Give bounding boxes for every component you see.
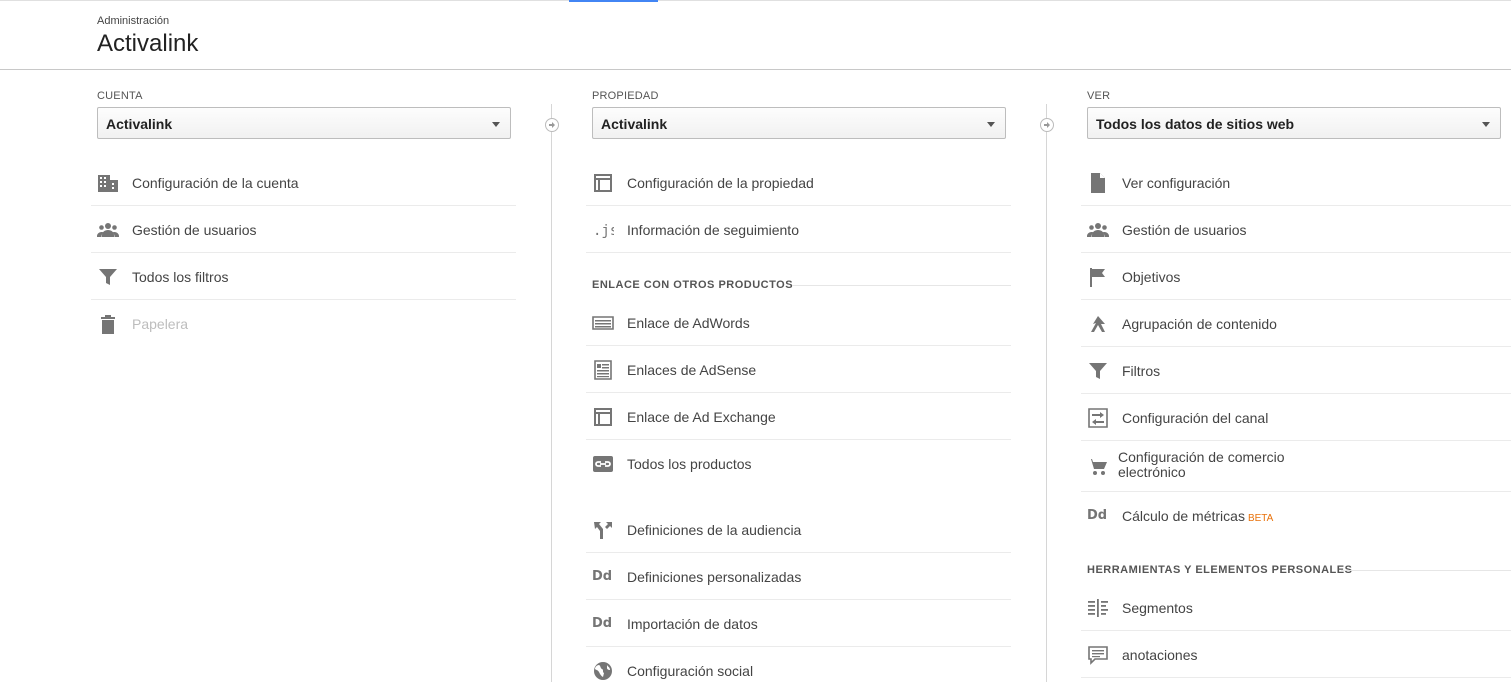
linking-section-title: ENLACE CON OTROS PRODUCTOS	[592, 279, 794, 291]
item-label: Configuración de comercio electrónico	[1118, 449, 1285, 480]
property-select[interactable]: Activalink	[592, 107, 1006, 139]
item-label: Importación de datos	[627, 616, 758, 632]
users-icon	[1087, 219, 1109, 241]
adwords-icon	[592, 312, 614, 334]
globe-icon	[592, 660, 614, 682]
audience-definitions-item[interactable]: Definiciones de la audiencia	[586, 507, 1011, 553]
item-label: Configuración de la cuenta	[132, 175, 299, 191]
item-label: Información de seguimiento	[627, 222, 799, 238]
segments-icon	[1087, 597, 1109, 619]
page-header: Administración Activalink	[0, 0, 1511, 70]
adsense-links-item[interactable]: Enlaces de AdSense	[586, 347, 1011, 393]
filter-icon	[1087, 360, 1109, 382]
property-label: PROPIEDAD	[592, 90, 659, 102]
goals-item[interactable]: Objetivos	[1081, 254, 1511, 300]
segments-item[interactable]: Segmentos	[1081, 585, 1511, 631]
chevron-down-icon	[492, 122, 500, 127]
dd-icon: Dd	[592, 569, 613, 584]
filter-icon	[97, 266, 119, 288]
item-label: Configuración del canal	[1122, 410, 1269, 426]
svg-text:.js: .js	[593, 223, 614, 239]
account-select-value: Activalink	[106, 116, 173, 132]
item-label: Definiciones de la audiencia	[627, 522, 802, 538]
adsense-icon	[592, 359, 614, 381]
view-label: VER	[1087, 90, 1111, 102]
document-icon	[1087, 172, 1109, 194]
grouping-icon	[1087, 313, 1109, 335]
breadcrumb[interactable]: Administración	[97, 15, 169, 27]
item-label: Todos los productos	[627, 456, 752, 472]
account-label: CUENTA	[97, 90, 143, 102]
ad-exchange-link-item[interactable]: Enlace de Ad Exchange	[586, 394, 1011, 440]
item-label: Enlace de AdWords	[627, 315, 750, 331]
item-label: Enlace de Ad Exchange	[627, 409, 776, 425]
chevron-down-icon	[1482, 122, 1490, 127]
item-label: Agrupación de contenido	[1122, 316, 1277, 332]
dd-icon: Dd	[1087, 508, 1108, 523]
item-label: Gestión de usuarios	[132, 222, 257, 238]
filters-item[interactable]: Filtros	[1081, 348, 1511, 394]
item-label: Objetivos	[1122, 269, 1181, 285]
item-label: Cálculo de métricas BETA	[1122, 508, 1273, 524]
social-settings-item[interactable]: Configuración social	[586, 648, 1011, 694]
account-column: CUENTA Activalink Configuración de la cu…	[0, 70, 540, 682]
account-trash-item[interactable]: Papelera	[91, 301, 516, 347]
dd-icon: Dd	[592, 616, 613, 631]
view-select-value: Todos los datos de sitios web	[1096, 116, 1295, 132]
channel-settings-item[interactable]: Configuración del canal	[1081, 395, 1511, 441]
data-import-item[interactable]: Dd Importación de datos	[586, 601, 1011, 647]
property-window-icon	[592, 172, 614, 194]
account-settings-item[interactable]: Configuración de la cuenta	[91, 160, 516, 206]
users-icon	[97, 219, 119, 241]
account-all-filters-item[interactable]: Todos los filtros	[91, 254, 516, 300]
property-settings-item[interactable]: Configuración de la propiedad	[586, 160, 1011, 206]
tools-section-title: HERRAMIENTAS Y ELEMENTOS PERSONALES	[1087, 564, 1353, 576]
js-icon: .js	[592, 219, 614, 241]
view-settings-item[interactable]: Ver configuración	[1081, 160, 1511, 206]
item-label: Enlaces de AdSense	[627, 362, 757, 378]
tracking-info-item[interactable]: .js Información de seguimiento	[586, 207, 1011, 253]
view-user-management-item[interactable]: Gestión de usuarios	[1081, 207, 1511, 253]
chevron-down-icon	[987, 122, 995, 127]
beta-badge: BETA	[1247, 513, 1274, 524]
item-label: Configuración de la propiedad	[627, 175, 814, 191]
item-label: Filtros	[1122, 363, 1161, 379]
annotations-item[interactable]: anotaciones	[1081, 632, 1511, 678]
link-icon	[592, 453, 614, 475]
flag-icon	[1087, 266, 1109, 288]
comment-icon	[1087, 644, 1109, 666]
building-icon	[97, 172, 119, 194]
trash-icon	[97, 313, 119, 335]
property-column: PROPIEDAD Activalink Configuración de la…	[540, 70, 1040, 682]
view-select[interactable]: Todos los datos de sitios web	[1087, 107, 1501, 139]
ad-exchange-icon	[592, 406, 614, 428]
calculated-metrics-label: Cálculo de métricas	[1122, 508, 1245, 524]
item-label: Todos los filtros	[132, 269, 229, 285]
content-grouping-item[interactable]: Agrupación de contenido	[1081, 301, 1511, 347]
ecommerce-settings-item[interactable]: Configuración de comercio electrónico	[1081, 442, 1511, 492]
all-products-item[interactable]: Todos los productos	[586, 441, 1011, 487]
item-label: Segmentos	[1122, 600, 1193, 616]
page-title: Activalink	[97, 30, 199, 57]
account-select[interactable]: Activalink	[97, 107, 511, 139]
account-user-management-item[interactable]: Gestión de usuarios	[91, 207, 516, 253]
item-label: Definiciones personalizadas	[627, 569, 802, 585]
channel-icon	[1087, 407, 1109, 429]
audience-icon	[592, 519, 614, 541]
custom-definitions-item[interactable]: Dd Definiciones personalizadas	[586, 554, 1011, 600]
adwords-link-item[interactable]: Enlace de AdWords	[586, 300, 1011, 346]
section-rule	[792, 285, 1011, 286]
view-column: VER Todos los datos de sitios web Ver co…	[1035, 70, 1511, 682]
item-label: Ver configuración	[1122, 175, 1231, 191]
cart-icon	[1087, 456, 1109, 478]
item-label: anotaciones	[1122, 647, 1198, 663]
item-label: Papelera	[132, 316, 189, 332]
section-rule	[1341, 570, 1511, 571]
item-label: Gestión de usuarios	[1122, 222, 1247, 238]
item-label: Configuración social	[627, 663, 754, 679]
calculated-metrics-item[interactable]: Dd Cálculo de métricas BETA	[1081, 493, 1511, 539]
property-select-value: Activalink	[601, 116, 668, 132]
